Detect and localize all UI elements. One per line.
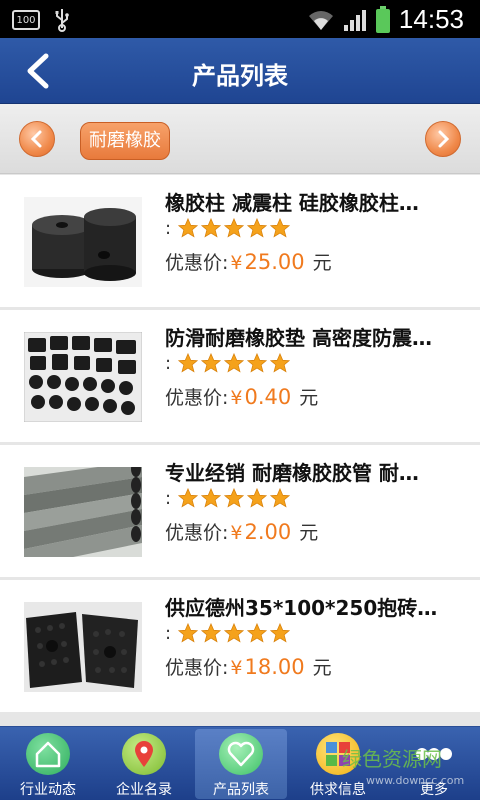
star-icon — [177, 352, 199, 373]
product-rating: : — [165, 217, 291, 239]
category-next-button[interactable] — [425, 121, 461, 157]
chevron-right-icon — [438, 130, 450, 148]
price-value: 25.00 — [244, 250, 305, 274]
price-unit: 元 — [312, 657, 332, 679]
price-unit: 元 — [299, 522, 319, 544]
star-icon — [177, 217, 199, 238]
price-unit: 元 — [299, 387, 319, 409]
star-icon — [269, 352, 291, 373]
home-icon — [26, 733, 70, 775]
battery-icon — [375, 5, 390, 33]
star-icon — [200, 622, 222, 643]
currency-symbol: ¥ — [230, 522, 243, 544]
rating-prefix: : — [165, 217, 172, 239]
product-item[interactable]: 专业经销 耐磨橡胶胶管 耐… : 优惠价: ¥ 2.00 元 — [0, 445, 480, 577]
category-bar: 耐磨橡胶 — [0, 104, 480, 174]
star-icon — [223, 487, 245, 508]
chevron-left-icon — [30, 130, 42, 148]
product-image — [24, 197, 142, 287]
price-label: 优惠价: — [165, 657, 229, 679]
tab-supply-demand[interactable]: 供求信息 — [292, 729, 384, 799]
star-icon — [200, 352, 222, 373]
star-icon — [177, 622, 199, 643]
price-label: 优惠价: — [165, 252, 229, 274]
currency-symbol: ¥ — [230, 387, 243, 409]
tab-industry-news[interactable]: 行业动态 — [2, 729, 94, 799]
battery-percent-icon: 100 — [12, 10, 40, 30]
tab-more[interactable]: 更多 — [388, 729, 480, 799]
tab-label: 产品列表 — [213, 782, 269, 798]
tab-company-directory[interactable]: 企业名录 — [98, 729, 190, 799]
usb-icon — [55, 9, 69, 32]
product-title: 专业经销 耐磨橡胶胶管 耐… — [165, 461, 419, 485]
star-icon — [246, 622, 268, 643]
rating-prefix: : — [165, 352, 172, 374]
more-icon — [412, 733, 456, 775]
currency-symbol: ¥ — [230, 252, 243, 274]
star-icon — [223, 352, 245, 373]
product-title: 防滑耐磨橡胶垫 高密度防震… — [165, 326, 432, 350]
tab-product-list[interactable]: 产品列表 — [195, 729, 287, 799]
tab-label: 行业动态 — [20, 782, 76, 798]
product-price-row: 优惠价: ¥ 18.00 元 — [165, 653, 332, 680]
price-value: 0.40 — [244, 385, 292, 409]
product-rating: : — [165, 487, 291, 509]
product-rating: : — [165, 352, 291, 374]
page-title: 产品列表 — [192, 62, 288, 90]
wifi-icon — [308, 10, 333, 30]
signal-icon — [343, 9, 366, 31]
tab-label: 供求信息 — [310, 782, 366, 798]
star-icon — [246, 487, 268, 508]
price-label: 优惠价: — [165, 387, 229, 409]
star-icon — [200, 217, 222, 238]
star-icon — [246, 217, 268, 238]
product-item[interactable]: 橡胶柱 减震柱 硅胶橡胶柱… : 优惠价: ¥ 25.00 元 — [0, 175, 480, 307]
star-icon — [200, 487, 222, 508]
price-value: 18.00 — [244, 655, 305, 679]
product-price-row: 优惠价: ¥ 2.00 元 — [165, 518, 318, 545]
category-prev-button[interactable] — [19, 121, 55, 157]
star-icon — [246, 352, 268, 373]
product-item[interactable]: 供应德州35*100*250抱砖… : 优惠价: ¥ 18.00 元 — [0, 580, 480, 712]
status-bar: 100 14:53 — [0, 0, 480, 38]
category-tab-active[interactable]: 耐磨橡胶 — [80, 122, 170, 160]
map-pin-icon — [122, 733, 166, 775]
tab-label: 更多 — [420, 782, 448, 798]
rating-prefix: : — [165, 622, 172, 644]
star-icon — [269, 487, 291, 508]
app-header: 产品列表 — [0, 38, 480, 104]
price-label: 优惠价: — [165, 522, 229, 544]
tab-label: 企业名录 — [116, 782, 172, 798]
product-image — [24, 602, 142, 692]
star-icon — [223, 217, 245, 238]
price-unit: 元 — [312, 252, 332, 274]
star-icon — [223, 622, 245, 643]
clock-time: 14:53 — [398, 4, 464, 34]
bottom-tab-bar: 行业动态 企业名录 产品列表 供求信息 更多 — [0, 726, 480, 800]
star-icon — [269, 622, 291, 643]
product-price-row: 优惠价: ¥ 25.00 元 — [165, 248, 332, 275]
product-rating: : — [165, 622, 291, 644]
rating-prefix: : — [165, 487, 172, 509]
product-price-row: 优惠价: ¥ 0.40 元 — [165, 383, 318, 410]
product-title: 橡胶柱 减震柱 硅胶橡胶柱… — [165, 191, 419, 215]
product-image — [24, 467, 142, 557]
puzzle-icon — [316, 733, 360, 775]
heart-icon — [219, 733, 263, 775]
star-icon — [177, 487, 199, 508]
product-item[interactable]: 防滑耐磨橡胶垫 高密度防震… : 优惠价: ¥ 0.40 元 — [0, 310, 480, 442]
product-title: 供应德州35*100*250抱砖… — [165, 596, 438, 620]
currency-symbol: ¥ — [230, 657, 243, 679]
star-icon — [269, 217, 291, 238]
price-value: 2.00 — [244, 520, 292, 544]
product-image — [24, 332, 142, 422]
